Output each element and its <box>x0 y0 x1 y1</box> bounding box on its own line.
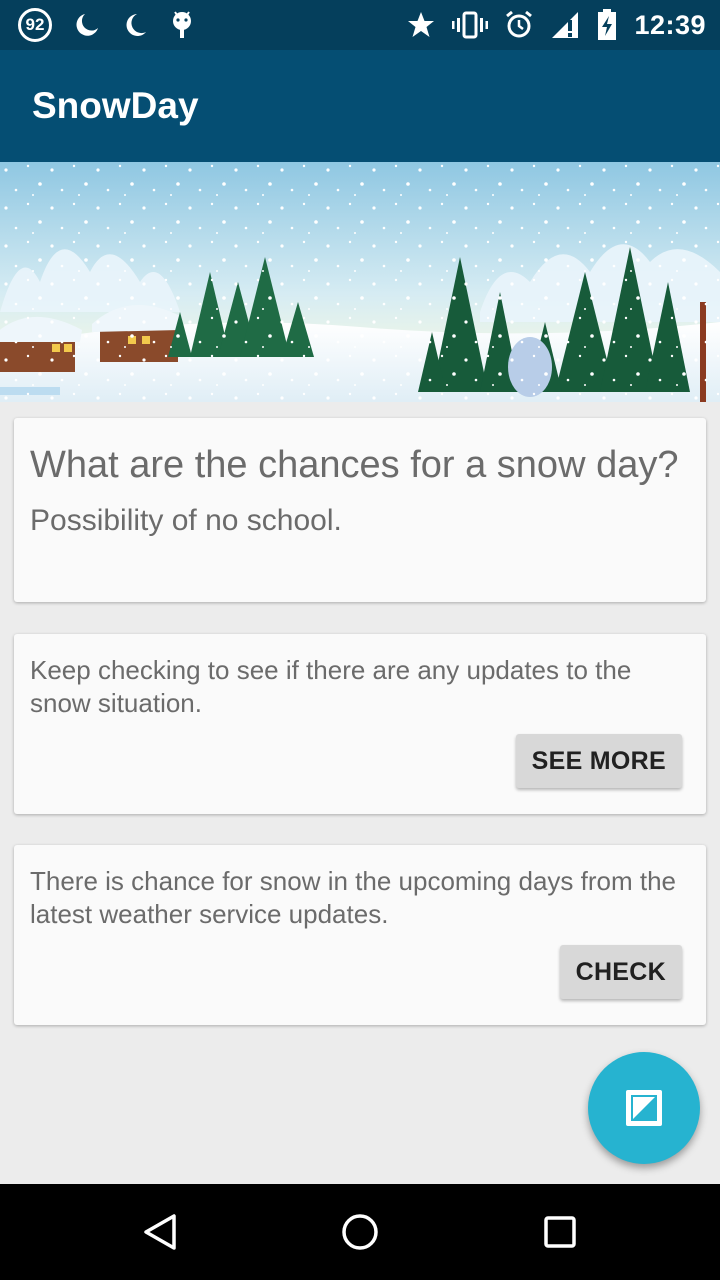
home-circle-icon <box>342 1214 378 1250</box>
winter-landscape-image <box>0 162 720 402</box>
alarm-icon <box>506 10 533 38</box>
notification-count-badge: 92 <box>18 8 52 42</box>
updates-card: Keep checking to see if there are any up… <box>14 634 706 814</box>
forecast-card: There is chance for snow in the upcoming… <box>14 845 706 1025</box>
moon-icon <box>76 14 98 36</box>
vibrate-icon <box>452 11 489 39</box>
recents-square-icon <box>544 1216 576 1248</box>
snow-day-chance-card: What are the chances for a snow day? Pos… <box>14 418 706 602</box>
app-bar: SnowDay <box>0 50 720 162</box>
system-navigation-bar <box>0 1184 720 1280</box>
see-more-button[interactable]: SEE MORE <box>515 734 682 788</box>
updates-card-text: Keep checking to see if there are any up… <box>30 655 632 718</box>
android-icon <box>173 11 191 38</box>
nav-home-button[interactable] <box>320 1192 400 1272</box>
forecast-card-text: There is chance for snow in the upcoming… <box>30 866 676 929</box>
back-triangle-icon <box>144 1214 176 1250</box>
battery-charging-icon <box>598 9 617 40</box>
status-clock: 12:39 <box>634 9 706 40</box>
moon-icon <box>126 14 146 36</box>
image-icon <box>626 1090 662 1126</box>
app-title: SnowDay <box>32 85 199 126</box>
signal-icon <box>552 12 579 38</box>
status-bar: 92 12:39 <box>0 0 720 50</box>
card-headline: What are the chances for a snow day? <box>30 444 679 486</box>
check-button[interactable]: CHECK <box>559 945 682 999</box>
floating-action-button[interactable] <box>588 1052 700 1164</box>
nav-back-button[interactable] <box>120 1192 200 1272</box>
nav-recents-button[interactable] <box>520 1192 600 1272</box>
card-subtitle: Possibility of no school. <box>30 504 342 537</box>
star-icon <box>408 12 435 37</box>
